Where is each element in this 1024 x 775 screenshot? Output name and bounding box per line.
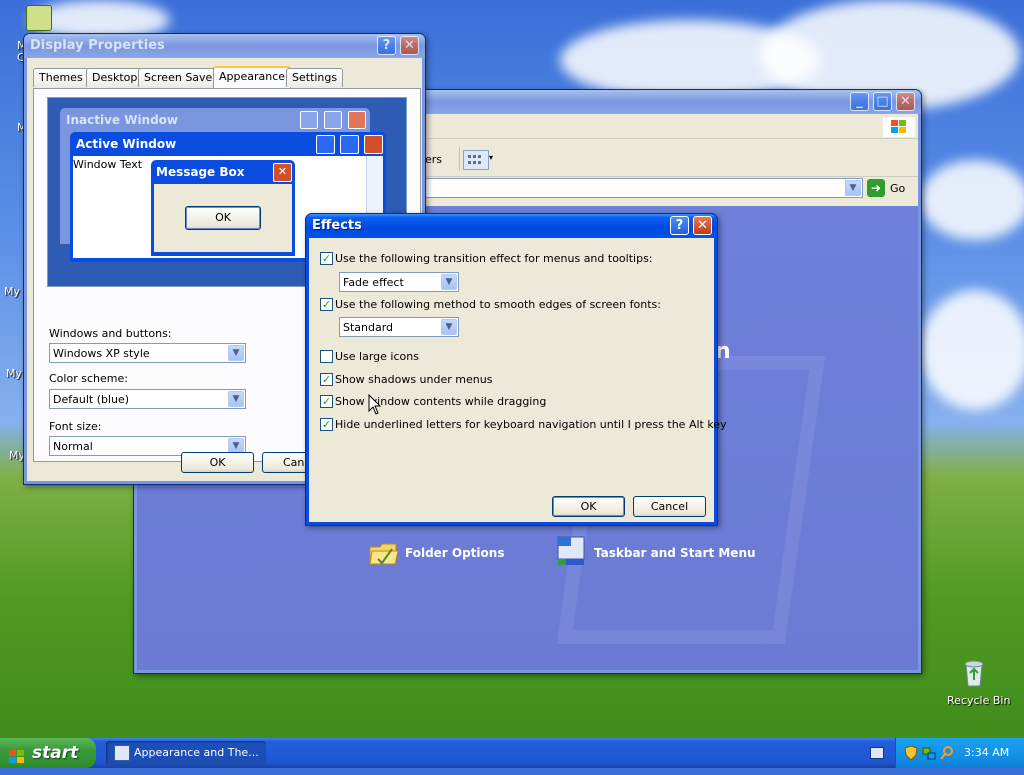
preview-maximize-icon	[324, 111, 342, 129]
menu-shadows-label[interactable]: Show shadows under menus	[335, 373, 492, 386]
network-icon[interactable]	[922, 745, 936, 761]
go-label[interactable]: Go	[890, 182, 905, 195]
effects-titlebar[interactable]: Effects ? ✕	[306, 214, 717, 238]
effects-dialog: Effects ? ✕ ✓ Use the following transiti…	[305, 213, 727, 526]
security-shield-icon[interactable]	[904, 745, 918, 761]
transition-effect-label[interactable]: Use the following transition effect for …	[335, 252, 653, 265]
font-size-label: Font size:	[49, 420, 102, 433]
tab-screen-saver[interactable]: Screen Saver	[138, 68, 223, 87]
ok-button[interactable]: OK	[552, 496, 625, 517]
preview-minimize-icon	[300, 111, 318, 129]
system-tray: 3:34 AM	[895, 738, 1024, 768]
recycle-bin-icon[interactable]	[958, 656, 990, 688]
start-label: start	[32, 743, 79, 763]
preview-message-title: Message Box	[156, 165, 245, 179]
taskbar-start-menu-link[interactable]: Taskbar and Start Menu	[594, 546, 756, 560]
chevron-down-icon[interactable]: ▼	[441, 274, 457, 290]
help-button[interactable]: ?	[670, 216, 689, 235]
preview-close-icon	[364, 135, 383, 154]
smooth-edges-label[interactable]: Use the following method to smooth edges…	[335, 298, 661, 311]
preview-message-body: OK	[154, 184, 292, 252]
maximize-button[interactable]: □	[873, 92, 892, 111]
preview-minimize-icon	[316, 135, 335, 154]
cancel-button[interactable]: Cancel	[633, 496, 706, 517]
help-button[interactable]: ?	[377, 36, 396, 55]
taskbar-window-button[interactable]: Appearance and The...	[106, 741, 266, 765]
effects-title: Effects	[312, 218, 362, 233]
desktop-icon-label: My	[6, 367, 23, 380]
go-arrow-icon[interactable]: ➜	[867, 179, 885, 197]
preview-ok-button: OK	[185, 206, 261, 230]
search-icon[interactable]	[940, 745, 954, 761]
hide-underlines-label[interactable]: Hide underlined letters for keyboard nav…	[335, 418, 727, 431]
transition-effect-checkbox[interactable]: ✓	[320, 252, 333, 265]
views-dropdown-arrow-icon[interactable]: ▾	[489, 153, 493, 162]
menu-shadows-checkbox[interactable]: ✓	[320, 373, 333, 386]
folder-icon[interactable]	[368, 539, 400, 567]
smooth-edges-value: Standard	[343, 321, 394, 334]
windows-logo-icon	[883, 117, 915, 137]
hide-underlines-checkbox[interactable]: ✓	[320, 418, 333, 431]
windows-buttons-label: Windows and buttons:	[49, 327, 172, 340]
transition-effect-select[interactable]: Fade effect ▼	[339, 272, 459, 292]
display-properties-title: Display Properties	[30, 38, 165, 53]
clock[interactable]: 3:34 AM	[964, 746, 1009, 759]
large-icons-checkbox[interactable]	[320, 350, 333, 363]
large-icons-label[interactable]: Use large icons	[335, 350, 419, 363]
display-properties-titlebar[interactable]: Display Properties ? ✕	[24, 34, 425, 58]
toolbar-fragment: ers	[425, 153, 443, 166]
windows-flag-icon	[8, 745, 26, 763]
preview-maximize-icon	[340, 135, 359, 154]
tab-appearance[interactable]: Appearance	[213, 66, 292, 88]
drag-contents-label[interactable]: Show window contents while dragging	[335, 395, 546, 408]
chevron-down-icon[interactable]: ▼	[845, 180, 861, 196]
preview-inactive-title: Inactive Window	[66, 113, 179, 127]
color-scheme-value: Default (blue)	[53, 393, 130, 406]
tab-strip: Themes Desktop Screen Saver Appearance S…	[33, 66, 423, 88]
smooth-edges-select[interactable]: Standard ▼	[339, 317, 459, 337]
transition-effect-value: Fade effect	[343, 276, 404, 289]
desktop-icon-label: My	[4, 285, 21, 298]
close-button[interactable]: ✕	[693, 216, 712, 235]
desktop-shortcut-icon[interactable]	[26, 5, 52, 31]
taskbar-window-label: Appearance and The...	[134, 746, 259, 759]
close-button[interactable]: ✕	[400, 36, 419, 55]
taskbar-icon[interactable]	[556, 535, 588, 567]
taskbar: start Appearance and The... 3:34 AM	[0, 738, 1024, 768]
preview-window-text: Window Text	[73, 158, 143, 171]
start-button[interactable]: start	[0, 738, 96, 768]
ok-button[interactable]: OK	[181, 452, 254, 473]
minimize-button[interactable]: _	[850, 92, 869, 111]
windows-buttons-value: Windows XP style	[53, 347, 150, 360]
preview-message-box: Message Box ✕ OK	[151, 160, 295, 256]
windows-buttons-select[interactable]: Windows XP style ▼	[49, 343, 246, 363]
cloud	[920, 160, 1024, 240]
address-input[interactable]: ▼	[423, 178, 863, 198]
smooth-edges-checkbox[interactable]: ✓	[320, 298, 333, 311]
tab-settings[interactable]: Settings	[286, 68, 344, 87]
preview-close-icon: ✕	[273, 163, 292, 182]
tab-desktop[interactable]: Desktop	[86, 68, 144, 87]
preview-active-title: Active Window	[76, 137, 177, 151]
keyboard-icon[interactable]	[870, 747, 884, 759]
toolbar-separator	[459, 147, 460, 171]
close-button[interactable]: ✕	[896, 92, 915, 111]
views-icon[interactable]	[463, 150, 489, 170]
tab-themes[interactable]: Themes	[33, 68, 89, 87]
chevron-down-icon[interactable]: ▼	[441, 319, 457, 335]
recycle-bin-label: Recycle Bin	[947, 694, 1011, 707]
drag-contents-checkbox[interactable]: ✓	[320, 395, 333, 408]
folder-options-link[interactable]: Folder Options	[405, 546, 504, 560]
cloud	[920, 290, 1024, 410]
color-scheme-label: Color scheme:	[49, 372, 128, 385]
preview-close-icon	[348, 111, 366, 129]
mouse-cursor-icon	[368, 393, 382, 416]
color-scheme-select[interactable]: Default (blue) ▼	[49, 389, 246, 409]
chevron-down-icon[interactable]: ▼	[228, 391, 244, 407]
font-size-value: Normal	[53, 440, 93, 453]
chevron-down-icon[interactable]: ▼	[228, 345, 244, 361]
window-icon	[114, 745, 130, 761]
